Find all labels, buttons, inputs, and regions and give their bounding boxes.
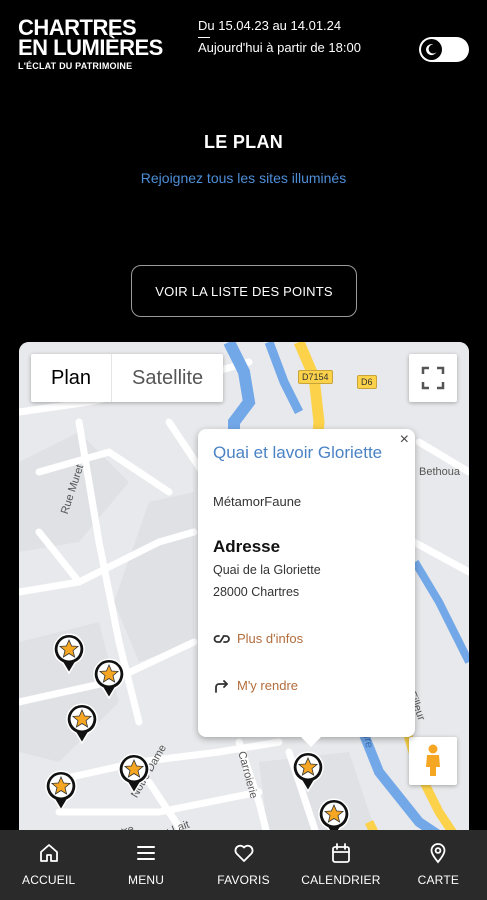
star-marker-icon [292, 751, 324, 793]
directions-label: M'y rendre [237, 678, 299, 693]
star-marker-icon [66, 703, 98, 745]
app-header: CHARTRES EN LUMIÈRES L'ÉCLAT DU PATRIMOI… [0, 0, 487, 90]
nav-item-accueil[interactable]: ACCUEIL [0, 830, 97, 900]
fullscreen-icon [421, 366, 445, 390]
nav-item-carte[interactable]: CARTE [390, 830, 487, 900]
nav-label-carte: CARTE [417, 873, 460, 887]
star-marker-icon [118, 753, 150, 795]
menu-icon [137, 846, 156, 860]
address-line-1: Quai de la Gloriette [213, 563, 321, 577]
artist-name: MétamorFaune [213, 494, 302, 509]
map-marker[interactable] [291, 750, 325, 793]
address-heading: Adresse [213, 537, 281, 556]
street-view-pegman[interactable] [409, 737, 457, 785]
logo-tagline: L'ÉCLAT DU PATRIMOINE [18, 61, 133, 71]
more-info-link[interactable]: Plus d'infos [213, 631, 303, 646]
map-marker[interactable] [65, 702, 99, 745]
road-shield-d6: D6 [357, 375, 377, 389]
opening-hours: Aujourd'hui à partir de 18:00 [198, 40, 361, 55]
map-marker[interactable] [92, 657, 126, 700]
dark-mode-toggle[interactable] [419, 37, 469, 62]
info-window: × Quai et lavoir Gloriette MétamorFaune … [198, 429, 415, 747]
star-marker-icon [93, 658, 125, 700]
map-type-control: Plan Satellite [31, 354, 224, 402]
heart-icon [234, 844, 253, 862]
date-divider [198, 37, 210, 38]
map-marker[interactable] [52, 632, 86, 675]
nav-label-menu: MENU [128, 873, 165, 887]
moon-icon [426, 44, 437, 56]
road-shield-d7154: D7154 [298, 370, 333, 384]
event-dates: Du 15.04.23 au 14.01.24 Aujourd'hui à pa… [198, 18, 361, 56]
logo[interactable]: CHARTRES EN LUMIÈRES L'ÉCLAT DU PATRIMOI… [18, 17, 168, 72]
map-type-satellite[interactable]: Satellite [112, 354, 223, 402]
nav-label-favoris: FAVORIS [217, 873, 270, 887]
more-info-label: Plus d'infos [237, 631, 304, 646]
map[interactable]: Rue Muret Bethoua Filleur Notre Dame au … [19, 342, 469, 842]
fullscreen-button[interactable] [409, 354, 457, 402]
address-line-2: 28000 Chartres [213, 585, 300, 599]
close-icon[interactable]: × [400, 431, 409, 449]
directions-arrow-icon [215, 679, 228, 693]
map-label-bethoua: Bethoua [419, 466, 460, 478]
nav-label-accueil: ACCUEIL [21, 873, 76, 887]
calendar-icon [332, 843, 350, 863]
map-pin-icon [430, 843, 446, 864]
bottom-nav: ACCUEIL MENU FAVORIS CALENDRIER CARTE [0, 830, 487, 900]
nav-item-calendrier[interactable]: CALENDRIER [292, 830, 389, 900]
page-subtitle: Rejoignez tous les sites illuminés [140, 170, 347, 186]
points-list-button[interactable]: VOIR LA LISTE DES POINTS [131, 265, 357, 317]
map-marker[interactable] [117, 752, 151, 795]
date-range: Du 15.04.23 au 14.01.24 [198, 18, 342, 33]
map-type-plan[interactable]: Plan [31, 354, 113, 402]
home-icon [39, 844, 58, 862]
pegman-icon [426, 744, 440, 776]
place-name-link[interactable]: Quai et lavoir Gloriette [213, 443, 382, 463]
page-title: LE PLAN [203, 132, 284, 152]
logo-line-2: EN LUMIÈRES [18, 35, 163, 60]
directions-link[interactable]: M'y rendre [213, 678, 298, 693]
star-marker-icon [53, 633, 85, 675]
star-marker-icon [45, 770, 77, 812]
nav-label-calendrier: CALENDRIER [301, 873, 381, 887]
nav-item-menu[interactable]: MENU [97, 830, 194, 900]
nav-item-favoris[interactable]: FAVORIS [195, 830, 292, 900]
link-icon [213, 634, 230, 643]
map-marker[interactable] [44, 769, 78, 812]
toggle-knob [421, 39, 442, 60]
